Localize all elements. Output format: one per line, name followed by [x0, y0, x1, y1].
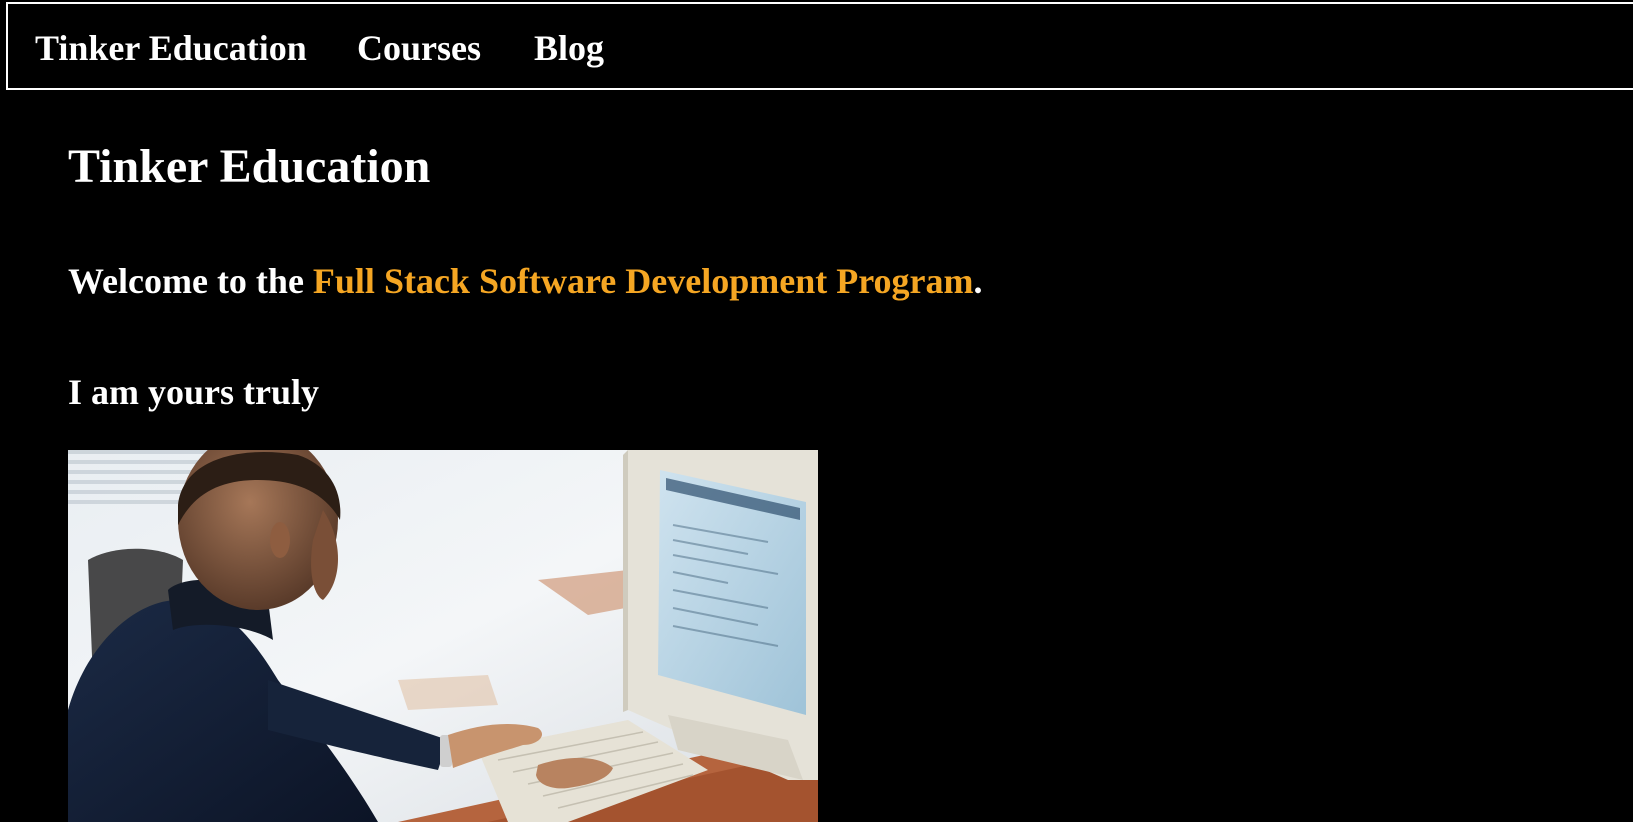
- hero-photo: [68, 450, 818, 822]
- welcome-suffix: .: [973, 261, 983, 301]
- nav-item-courses[interactable]: Courses: [357, 27, 481, 69]
- welcome-heading: Welcome to the Full Stack Software Devel…: [68, 260, 983, 302]
- nav-brand-link[interactable]: Tinker Education: [35, 27, 307, 69]
- page-title: Tinker Education: [68, 140, 431, 193]
- top-navigation-bar: Tinker Education Courses Blog: [6, 2, 1633, 90]
- nav-item-blog[interactable]: Blog: [534, 27, 604, 69]
- welcome-prefix: Welcome to the: [68, 261, 313, 301]
- subtitle-heading: I am yours truly: [68, 372, 319, 412]
- program-name-highlight: Full Stack Software Development Program: [312, 261, 974, 301]
